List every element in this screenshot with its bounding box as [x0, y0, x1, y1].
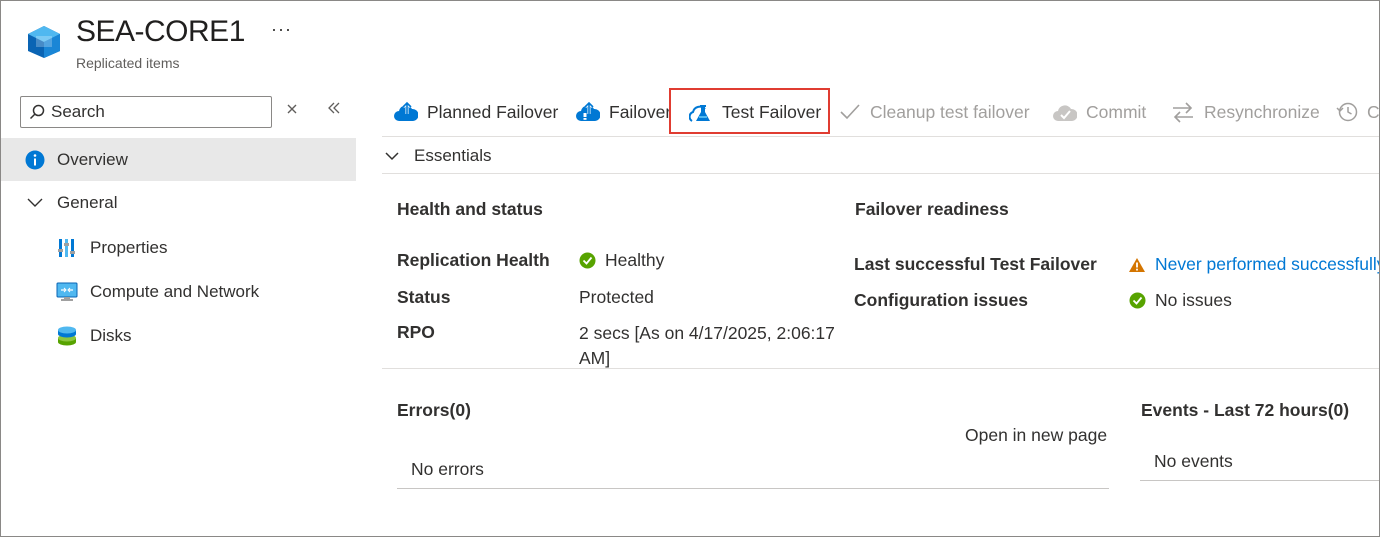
last-test-failover-value: Never performed successfully: [1128, 254, 1379, 275]
search-input[interactable]: [51, 102, 251, 122]
change-recovery-point-button[interactable]: C: [1336, 98, 1380, 126]
cleanup-label: Cleanup test failover: [870, 101, 1030, 122]
replication-health-label: Replication Health: [397, 250, 550, 270]
nav-item-properties[interactable]: Properties: [56, 235, 167, 261]
clear-search-icon[interactable]: [285, 100, 299, 121]
rpo-label: RPO: [397, 322, 435, 342]
last-test-failover-label: Last successful Test Failover: [854, 254, 1097, 274]
health-status-heading: Health and status: [397, 199, 543, 219]
divider: [382, 136, 1379, 137]
failover-button[interactable]: Failover: [576, 98, 671, 126]
page-title: SEA-CORE1: [76, 15, 245, 48]
nav-item-label: Properties: [90, 238, 168, 257]
failover-label: Failover: [609, 101, 672, 122]
nav-search-box[interactable]: [20, 96, 272, 128]
configuration-issues-label: Configuration issues: [854, 290, 1029, 310]
commit-button[interactable]: Commit: [1053, 98, 1146, 126]
events-heading: Events - Last 72 hours(0): [1141, 400, 1350, 420]
no-events-text: No events: [1154, 451, 1233, 471]
configuration-issues-value: No issues: [1129, 290, 1232, 311]
disk-stack-icon: [58, 326, 76, 346]
info-icon: [25, 150, 45, 169]
chevron-down-icon: [385, 152, 399, 161]
divider: [382, 173, 1379, 174]
virtual-machine-icon: [28, 26, 60, 58]
errors-heading: Errors(0): [397, 400, 471, 420]
cleanup-test-failover-button[interactable]: Cleanup test failover: [839, 98, 1030, 126]
divider: [397, 488, 1109, 489]
nav-item-label: General: [57, 193, 118, 212]
no-errors-text: No errors: [411, 459, 484, 479]
more-options-button[interactable]: ···: [271, 19, 292, 40]
resync-arrows-icon: [1173, 102, 1193, 123]
success-check-icon: [579, 252, 596, 269]
failover-icon: [576, 101, 600, 121]
failover-readiness-heading: Failover readiness: [855, 199, 1009, 219]
test-failover-highlight: [669, 88, 830, 134]
nav-item-label: Disks: [90, 326, 132, 345]
status-label: Status: [397, 287, 451, 307]
page-subtitle: Replicated items: [76, 55, 180, 71]
resynchronize-button[interactable]: Resynchronize: [1171, 98, 1320, 126]
planned-failover-icon: [394, 101, 418, 121]
nav-item-overview[interactable]: Overview: [1, 138, 356, 181]
search-icon: [29, 104, 45, 120]
properties-icon: [58, 239, 75, 257]
planned-failover-button[interactable]: Planned Failover: [394, 98, 558, 126]
checkmark-icon: [840, 104, 860, 120]
nav-group-general[interactable]: General: [25, 191, 117, 215]
divider: [1140, 480, 1379, 481]
nav-item-compute-network[interactable]: Compute and Network: [56, 279, 259, 305]
essentials-label: Essentials: [414, 146, 492, 165]
collapse-nav-icon[interactable]: [326, 99, 342, 120]
commit-label: Commit: [1086, 101, 1147, 122]
config-value-text: No issues: [1155, 290, 1232, 310]
nav-item-disks[interactable]: Disks: [56, 323, 132, 349]
open-in-new-page-link[interactable]: Open in new page: [965, 425, 1107, 446]
monitor-network-icon: [56, 282, 78, 301]
essentials-toggle[interactable]: Essentials: [384, 146, 491, 166]
planned-failover-label: Planned Failover: [427, 101, 559, 122]
chevron-down-icon: [27, 198, 43, 207]
nav-item-label: Compute and Network: [90, 282, 260, 301]
replication-health-value: Healthy: [579, 250, 664, 271]
commit-cloud-icon: [1053, 105, 1077, 121]
health-value-text: Healthy: [605, 250, 665, 270]
resync-label: Resynchronize: [1204, 101, 1320, 122]
nav-item-label: Overview: [57, 149, 128, 169]
history-clock-icon: [1336, 102, 1358, 122]
warning-icon: [1129, 257, 1145, 272]
change-recovery-label: C: [1367, 101, 1380, 122]
status-value: Protected: [579, 287, 654, 307]
rpo-value: 2 secs [As on 4/17/2025, 2:06:17 AM]: [579, 323, 835, 368]
divider: [382, 368, 1379, 369]
replicated-item-blade: SEA-CORE1 ··· Replicated items Overview …: [0, 0, 1380, 537]
never-performed-link[interactable]: Never performed successfully: [1155, 254, 1379, 275]
success-check-icon: [1129, 292, 1146, 309]
